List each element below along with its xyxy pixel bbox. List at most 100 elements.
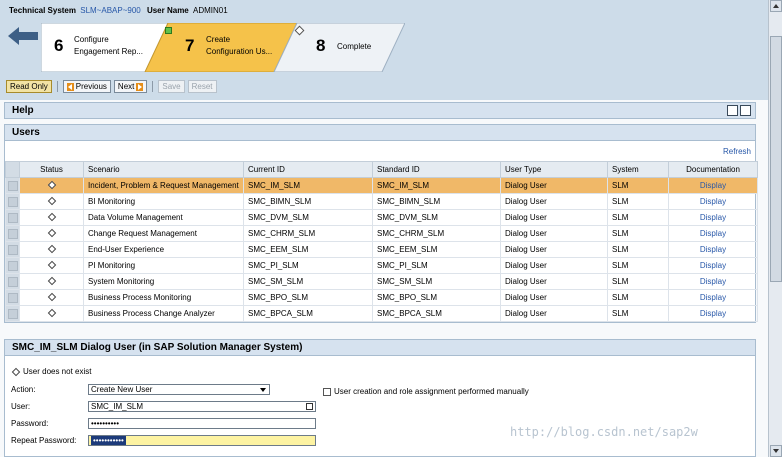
row-selector[interactable] bbox=[5, 289, 20, 306]
table-row[interactable]: End-User Experience SMC_EEM_SLM SMC_EEM_SL… bbox=[5, 241, 758, 258]
column-header[interactable]: Status bbox=[19, 161, 84, 178]
scenario-cell[interactable]: PI Monitoring bbox=[83, 257, 244, 274]
scenario-cell[interactable]: Change Request Management bbox=[83, 225, 244, 242]
select-all-cell[interactable] bbox=[5, 161, 20, 178]
user-type-cell: Dialog User bbox=[500, 241, 608, 258]
documentation-link[interactable]: Display bbox=[668, 305, 758, 322]
scenario-cell[interactable]: Business Process Monitoring bbox=[83, 289, 244, 306]
help-text-icon[interactable] bbox=[727, 105, 738, 116]
column-header[interactable]: Scenario bbox=[83, 161, 244, 178]
current-id-cell[interactable]: SMC_SM_SLM bbox=[243, 273, 373, 290]
user-detail-title: SMC_IM_SLM Dialog User (in SAP Solution … bbox=[12, 342, 303, 353]
column-header[interactable]: User Type bbox=[500, 161, 608, 178]
table-row[interactable]: System Monitoring SMC_SM_SLM SMC_SM_SLM Dia… bbox=[5, 273, 758, 290]
status-cell bbox=[19, 193, 84, 210]
column-header[interactable]: Documentation bbox=[668, 161, 758, 178]
refresh-link[interactable]: Refresh bbox=[723, 147, 751, 156]
documentation-link[interactable]: Display bbox=[668, 241, 758, 258]
row-selector[interactable] bbox=[5, 257, 20, 274]
row-selector[interactable] bbox=[5, 225, 20, 242]
row-select-box[interactable] bbox=[7, 196, 18, 207]
step-label: Create Configuration Us... bbox=[206, 35, 273, 56]
action-dropdown[interactable]: Create New User bbox=[88, 384, 270, 395]
value-help-icon[interactable] bbox=[306, 403, 313, 410]
row-select-box[interactable] bbox=[7, 180, 18, 191]
column-header[interactable]: System bbox=[607, 161, 669, 178]
reset-button[interactable]: Reset bbox=[187, 80, 217, 93]
table-row[interactable]: Business Process Change Analyzer SMC_BPCA… bbox=[5, 305, 758, 322]
user-type-cell: Dialog User bbox=[500, 289, 608, 306]
help-panel-title: Help bbox=[12, 105, 34, 116]
row-select-box[interactable] bbox=[7, 276, 18, 287]
next-arrow-icon bbox=[136, 82, 144, 91]
scenario-cell[interactable]: Incident, Problem & Request Management bbox=[83, 177, 244, 194]
current-id-cell[interactable]: SMC_CHRM_SLM bbox=[243, 225, 373, 242]
system-cell: SLM bbox=[607, 289, 669, 306]
back-arrow-icon[interactable] bbox=[8, 27, 38, 45]
current-id-cell[interactable]: SMC_DVM_SLM bbox=[243, 209, 373, 226]
row-select-box[interactable] bbox=[7, 212, 18, 223]
system-info: Technical System SLM~ABAP~900 User Name … bbox=[9, 6, 228, 15]
system-cell: SLM bbox=[607, 225, 669, 242]
row-selector[interactable] bbox=[5, 177, 20, 194]
documentation-link[interactable]: Display bbox=[668, 209, 758, 226]
maximize-icon[interactable] bbox=[740, 105, 751, 116]
documentation-link[interactable]: Display bbox=[668, 225, 758, 242]
row-selector[interactable] bbox=[5, 193, 20, 210]
user-input[interactable]: SMC_IM_SLM bbox=[88, 401, 316, 412]
manual-creation-checkbox[interactable]: User creation and role assignment perfor… bbox=[323, 387, 529, 396]
row-select-box[interactable] bbox=[7, 260, 18, 271]
current-id-cell[interactable]: SMC_EEM_SLM bbox=[243, 241, 373, 258]
scenario-cell[interactable]: Data Volume Management bbox=[83, 209, 244, 226]
table-row[interactable]: Data Volume Management SMC_DVM_SLM SMC_DVM… bbox=[5, 209, 758, 226]
help-panel-header[interactable]: Help bbox=[4, 102, 756, 119]
current-id-cell[interactable]: SMC_BIMN_SLM bbox=[243, 193, 373, 210]
table-row[interactable]: Change Request Management SMC_CHRM_SLM SMC… bbox=[5, 225, 758, 242]
next-button[interactable]: Next bbox=[113, 80, 148, 93]
documentation-link[interactable]: Display bbox=[668, 289, 758, 306]
system-cell: SLM bbox=[607, 177, 669, 194]
standard-id-cell: SMC_SM_SLM bbox=[372, 273, 501, 290]
scroll-up-button[interactable] bbox=[770, 0, 782, 12]
roadmap-step-7[interactable]: 7 Create Configuration Us... bbox=[145, 23, 295, 72]
checkbox-box[interactable] bbox=[323, 387, 331, 396]
documentation-link[interactable]: Display bbox=[668, 273, 758, 290]
repeat-password-input[interactable]: ••••••••••• bbox=[88, 435, 316, 446]
current-id-cell[interactable]: SMC_BPCA_SLM bbox=[243, 305, 373, 322]
vertical-scrollbar[interactable] bbox=[768, 0, 782, 457]
scenario-cell[interactable]: BI Monitoring bbox=[83, 193, 244, 210]
table-row[interactable]: BI Monitoring SMC_BIMN_SLM SMC_BIMN_SLM Dia… bbox=[5, 193, 758, 210]
row-select-box[interactable] bbox=[7, 244, 18, 255]
scenario-cell[interactable]: End-User Experience bbox=[83, 241, 244, 258]
row-selector[interactable] bbox=[5, 241, 20, 258]
status-diamond-icon bbox=[47, 180, 56, 190]
password-input[interactable]: •••••••••• bbox=[88, 418, 316, 429]
row-select-box[interactable] bbox=[7, 308, 18, 319]
read-only-button[interactable]: Read Only bbox=[6, 80, 52, 93]
row-selector[interactable] bbox=[5, 305, 20, 322]
row-select-box[interactable] bbox=[7, 292, 18, 303]
table-row[interactable]: Incident, Problem & Request Management SM… bbox=[5, 177, 758, 194]
guided-procedure-header: Technical System SLM~ABAP~900 User Name … bbox=[0, 0, 768, 100]
documentation-link[interactable]: Display bbox=[668, 257, 758, 274]
scenario-cell[interactable]: System Monitoring bbox=[83, 273, 244, 290]
current-id-cell[interactable]: SMC_IM_SLM bbox=[243, 177, 373, 194]
table-row[interactable]: PI Monitoring SMC_PI_SLM SMC_PI_SLM Dialog … bbox=[5, 257, 758, 274]
column-header[interactable]: Standard ID bbox=[372, 161, 501, 178]
previous-button[interactable]: Previous bbox=[62, 80, 111, 93]
documentation-link[interactable]: Display bbox=[668, 193, 758, 210]
status-diamond-icon bbox=[47, 292, 56, 302]
row-selector[interactable] bbox=[5, 209, 20, 226]
documentation-link[interactable]: Display bbox=[668, 177, 758, 194]
save-button[interactable]: Save bbox=[158, 80, 185, 93]
table-row[interactable]: Business Process Monitoring SMC_BPO_SLM SM… bbox=[5, 289, 758, 306]
roadmap-step-8[interactable]: 8 Complete bbox=[275, 23, 405, 72]
current-id-cell[interactable]: SMC_PI_SLM bbox=[243, 257, 373, 274]
row-selector[interactable] bbox=[5, 273, 20, 290]
row-select-box[interactable] bbox=[7, 228, 18, 239]
scenario-cell[interactable]: Business Process Change Analyzer bbox=[83, 305, 244, 322]
current-id-cell[interactable]: SMC_BPO_SLM bbox=[243, 289, 373, 306]
scroll-thumb[interactable] bbox=[770, 36, 782, 282]
scroll-down-button[interactable] bbox=[770, 445, 782, 457]
column-header[interactable]: Current ID bbox=[243, 161, 373, 178]
